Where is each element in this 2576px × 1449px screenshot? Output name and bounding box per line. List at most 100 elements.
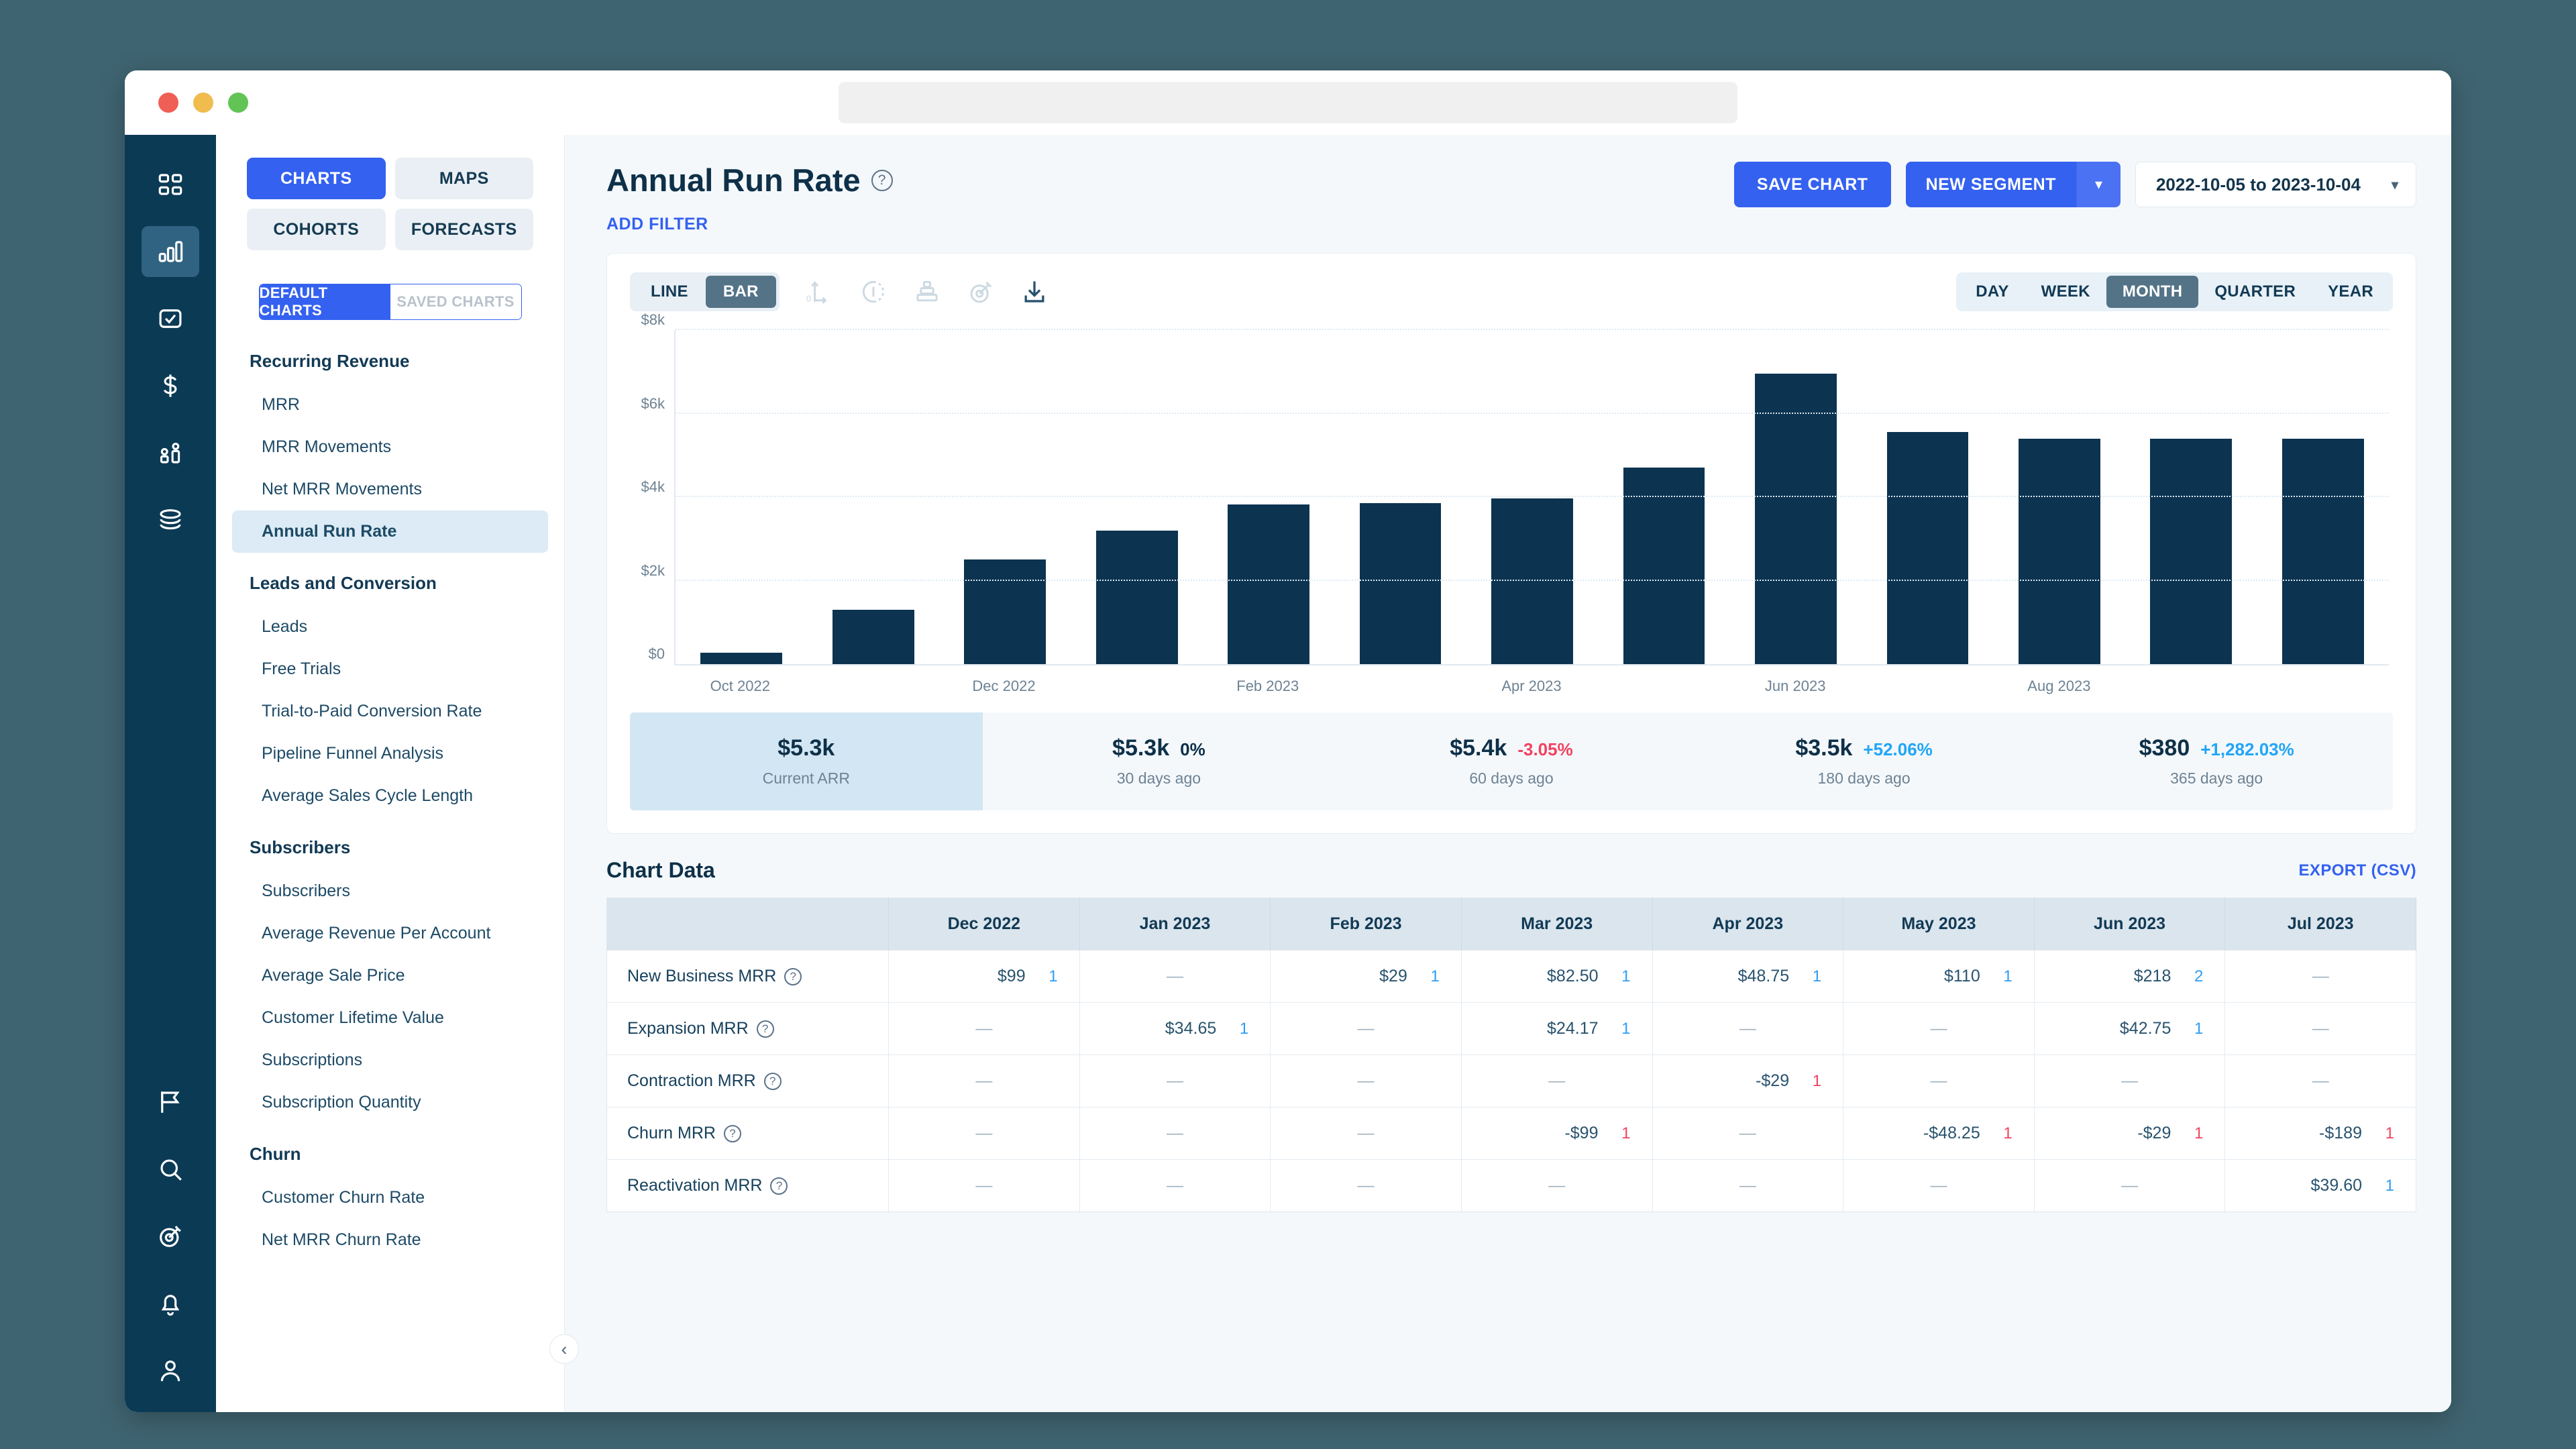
cell-count[interactable]: 1 <box>1049 967 1058 986</box>
granularity-quarter[interactable]: QUARTER <box>2198 276 2312 308</box>
cell-count[interactable]: 1 <box>1621 1124 1631 1143</box>
bar[interactable] <box>1755 374 1837 664</box>
export-csv-button[interactable]: EXPORT (CSV) <box>2299 861 2416 880</box>
granularity-year[interactable]: YEAR <box>2312 276 2390 308</box>
date-range-picker[interactable]: 2022-10-05 to 2023-10-04 ▾ <box>2135 162 2416 207</box>
chart-type-bar[interactable]: BAR <box>706 276 776 308</box>
new-segment-button[interactable]: NEW SEGMENT <box>1906 162 2076 207</box>
bell-icon[interactable] <box>142 1278 199 1329</box>
segment-cohorts[interactable]: COHORTS <box>247 209 386 250</box>
chevron-down-icon[interactable]: ▾ <box>2076 162 2121 207</box>
nav-item-subscriptions[interactable]: Subscriptions <box>232 1039 548 1081</box>
flag-icon[interactable] <box>142 1077 199 1128</box>
bar[interactable] <box>2282 439 2364 664</box>
people-icon[interactable] <box>142 427 199 478</box>
cell-count[interactable]: 1 <box>1621 1020 1631 1038</box>
nav-item-subscribers[interactable]: Subscribers <box>232 870 548 912</box>
bar-chart-icon[interactable] <box>142 226 199 277</box>
bar[interactable] <box>1096 531 1178 664</box>
nav-item-average-revenue-per-account[interactable]: Average Revenue Per Account <box>232 912 548 955</box>
funnel-icon[interactable] <box>912 277 942 307</box>
cell-count[interactable]: 1 <box>2385 1124 2394 1143</box>
axis-scale-icon[interactable]: 0 <box>805 277 835 307</box>
question-mark-icon[interactable]: ? <box>764 1073 782 1090</box>
bar[interactable] <box>964 559 1046 664</box>
table-cell: — <box>1843 1003 2035 1055</box>
cell-count[interactable]: 1 <box>1239 1020 1248 1038</box>
nav-item-mrr[interactable]: MRR <box>232 384 548 426</box>
bar[interactable] <box>1228 504 1309 664</box>
chart-type-line[interactable]: LINE <box>633 276 706 308</box>
add-filter-button[interactable]: ADD FILTER <box>606 215 893 234</box>
chart-source-toggle: DEFAULT CHARTS SAVED CHARTS <box>259 284 522 320</box>
nav-item-net-mrr-churn-rate[interactable]: Net MRR Churn Rate <box>232 1219 548 1261</box>
chevron-left-icon[interactable]: ‹ <box>549 1334 579 1364</box>
granularity-week[interactable]: WEEK <box>2025 276 2106 308</box>
dollar-icon[interactable] <box>142 360 199 411</box>
bar[interactable] <box>700 653 782 664</box>
search-icon[interactable] <box>142 1144 199 1195</box>
nav-item-average-sales-cycle-length[interactable]: Average Sales Cycle Length <box>232 775 548 817</box>
cell-count[interactable]: 1 <box>2003 967 2012 986</box>
save-chart-button[interactable]: SAVE CHART <box>1734 162 1891 207</box>
close-window-button[interactable] <box>158 93 178 113</box>
user-avatar-icon[interactable] <box>142 1345 199 1396</box>
nav-item-annual-run-rate[interactable]: Annual Run Rate <box>232 511 548 553</box>
question-mark-icon[interactable]: ? <box>871 170 893 191</box>
tab-saved-charts[interactable]: SAVED CHARTS <box>390 284 521 319</box>
nav-item-customer-lifetime-value[interactable]: Customer Lifetime Value <box>232 997 548 1039</box>
bar[interactable] <box>2019 439 2100 664</box>
time-granularity-toggle: DAY WEEK MONTH QUARTER YEAR <box>1956 272 2393 311</box>
cell-count[interactable]: 2 <box>2194 967 2203 986</box>
target-icon[interactable] <box>966 277 996 307</box>
table-cell: — <box>1271 1003 1462 1055</box>
question-mark-icon[interactable]: ? <box>757 1020 774 1038</box>
download-icon[interactable] <box>1020 277 1049 307</box>
cell-count[interactable]: 1 <box>1621 967 1631 986</box>
cell-count[interactable]: 1 <box>2194 1020 2203 1038</box>
cell-count[interactable]: 1 <box>2194 1124 2203 1143</box>
nav-item-subscription-quantity[interactable]: Subscription Quantity <box>232 1081 548 1124</box>
nav-item-leads[interactable]: Leads <box>232 606 548 648</box>
segment-forecasts[interactable]: FORECASTS <box>395 209 534 250</box>
granularity-day[interactable]: DAY <box>1960 276 2025 308</box>
cell-count[interactable]: 1 <box>1812 1072 1821 1091</box>
granularity-month[interactable]: MONTH <box>2106 276 2198 308</box>
cell-count[interactable]: 1 <box>1812 967 1821 986</box>
nav-item-trial-to-paid-conversion-rate[interactable]: Trial-to-Paid Conversion Rate <box>232 690 548 733</box>
chart-data-header: Chart Data EXPORT (CSV) <box>606 858 2416 883</box>
bar[interactable] <box>1887 432 1969 664</box>
table-row-label: Expansion MRR? <box>607 1003 889 1055</box>
segment-maps[interactable]: MAPS <box>395 158 534 199</box>
y-axis-tick-label: $0 <box>649 645 665 663</box>
checkbox-icon[interactable] <box>142 293 199 344</box>
segment-charts[interactable]: CHARTS <box>247 158 386 199</box>
database-icon[interactable] <box>142 494 199 545</box>
nav-item-average-sale-price[interactable]: Average Sale Price <box>232 955 548 997</box>
bar[interactable] <box>2150 439 2232 664</box>
question-mark-icon[interactable]: ? <box>724 1125 741 1142</box>
donut-chart-icon[interactable] <box>859 277 888 307</box>
bar[interactable] <box>1360 503 1442 664</box>
nav-item-net-mrr-movements[interactable]: Net MRR Movements <box>232 468 548 511</box>
question-mark-icon[interactable]: ? <box>770 1177 788 1195</box>
bar[interactable] <box>833 610 914 664</box>
nav-item-pipeline-funnel-analysis[interactable]: Pipeline Funnel Analysis <box>232 733 548 775</box>
question-mark-icon[interactable]: ? <box>784 968 802 985</box>
target-icon[interactable] <box>142 1211 199 1262</box>
bar[interactable] <box>1623 468 1705 664</box>
address-bar[interactable] <box>839 82 1737 123</box>
zoom-window-button[interactable] <box>228 93 248 113</box>
nav-item-mrr-movements[interactable]: MRR Movements <box>232 426 548 468</box>
table-cell: — <box>1461 1160 1652 1212</box>
cell-count[interactable]: 1 <box>1430 967 1440 986</box>
nav-item-customer-churn-rate[interactable]: Customer Churn Rate <box>232 1177 548 1219</box>
minimize-window-button[interactable] <box>193 93 213 113</box>
stat-delta: 0% <box>1180 739 1205 760</box>
tab-default-charts[interactable]: DEFAULT CHARTS <box>260 284 390 319</box>
nav-item-free-trials[interactable]: Free Trials <box>232 648 548 690</box>
cell-count[interactable]: 1 <box>2003 1124 2012 1143</box>
grid-dashboard-icon[interactable] <box>142 159 199 210</box>
cell-count[interactable]: 1 <box>2385 1177 2394 1195</box>
bar[interactable] <box>1491 498 1573 664</box>
